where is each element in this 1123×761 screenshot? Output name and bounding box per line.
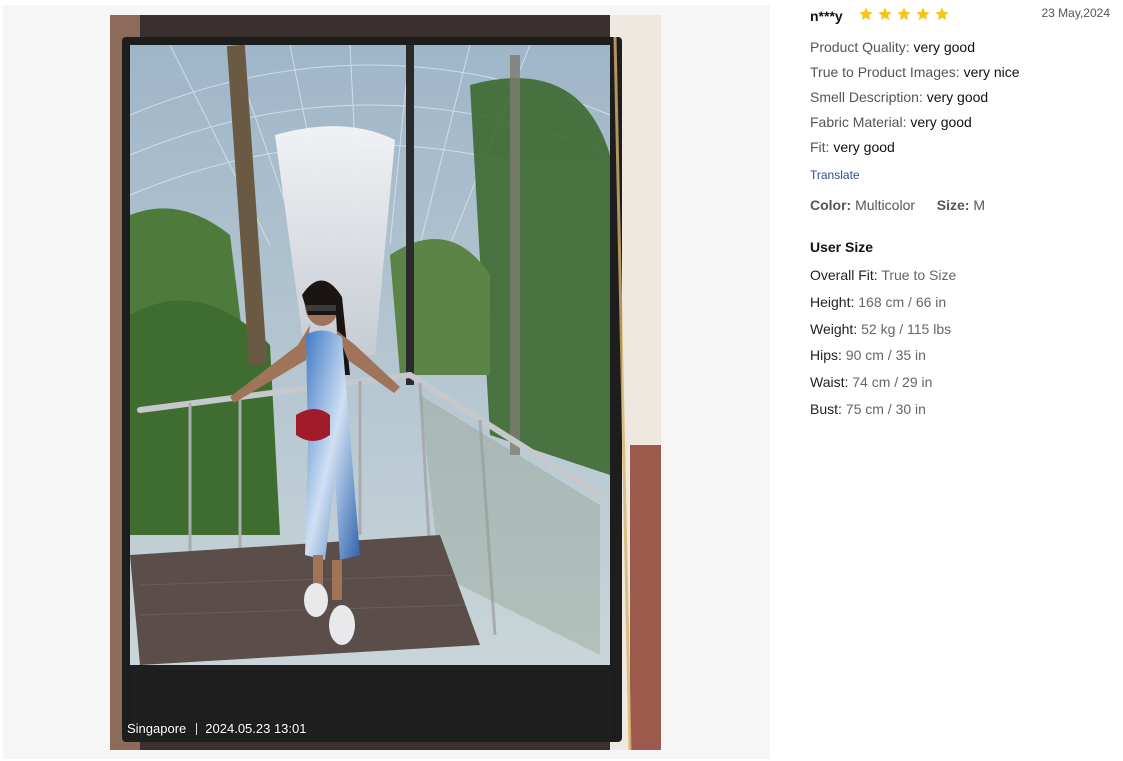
attribute-key: Smell Description: — [810, 89, 923, 105]
attribute-row: Fit: very good — [810, 135, 1020, 160]
user-size-row: Height: 168 cm / 66 in — [810, 289, 956, 316]
attribute-key: Fabric Material: — [810, 114, 907, 130]
user-size-key: Weight: — [810, 320, 858, 337]
star-rating — [858, 6, 953, 22]
user-size-value: 52 kg / 115 lbs — [861, 320, 952, 337]
translate-link[interactable]: Translate — [810, 168, 860, 182]
review-date: 23 May,2024 — [1041, 6, 1111, 20]
user-size-key: Waist: — [810, 374, 849, 391]
photo-illustration — [110, 15, 661, 750]
review-header: n***y 23 May,2024 — [810, 6, 1110, 26]
user-size-title: User Size — [810, 239, 874, 255]
user-size-row: Overall Fit: True to Size — [810, 262, 956, 289]
user-size-row: Weight: 52 kg / 115 lbs — [810, 316, 956, 343]
user-size-value: 75 cm / 30 in — [845, 400, 926, 417]
caption-separator — [196, 722, 198, 735]
color-size-info: Color: Multicolor Size: M — [810, 197, 985, 213]
user-size-key: Height: — [810, 293, 855, 310]
user-size-value: 90 cm / 35 in — [845, 347, 926, 364]
size-value: M — [973, 197, 986, 213]
user-size-row: Hips: 90 cm / 35 in — [810, 342, 956, 369]
star-icon — [877, 6, 896, 22]
star-icon — [858, 6, 877, 22]
photo-location: Singapore — [127, 721, 187, 736]
color-label: Color: — [810, 197, 852, 213]
user-size-list: Overall Fit: True to Size Height: 168 cm… — [810, 262, 956, 423]
review-image-panel: Singapore 2024.05.23 13:01 — [3, 5, 770, 759]
photo-timestamp: 2024.05.23 13:01 — [205, 721, 307, 736]
user-size-key: Overall Fit: — [810, 267, 878, 283]
attribute-value: very good — [910, 114, 972, 130]
user-size-value: 168 cm / 66 in — [858, 293, 947, 310]
user-size-key: Hips: — [810, 347, 842, 364]
color-value: Multicolor — [855, 197, 916, 213]
user-size-value: 74 cm / 29 in — [852, 374, 933, 391]
user-size-row: Waist: 74 cm / 29 in — [810, 369, 956, 396]
attribute-value: very good — [913, 39, 975, 55]
attribute-value: very good — [926, 89, 989, 105]
review-attributes: Product Quality: very good True to Produ… — [810, 35, 1020, 160]
reviewer-username: n***y — [810, 8, 843, 24]
attribute-row: Fabric Material: very good — [810, 110, 1020, 135]
user-size-value: True to Size — [881, 267, 957, 283]
attribute-value: very good — [833, 139, 895, 155]
user-size-row: Bust: 75 cm / 30 in — [810, 396, 956, 423]
star-icon — [934, 6, 953, 22]
size-label: Size: — [936, 197, 970, 213]
review-photo[interactable]: Singapore 2024.05.23 13:01 — [110, 15, 661, 750]
attribute-key: True to Product Images: — [810, 64, 960, 80]
user-size-key: Bust: — [810, 400, 842, 417]
star-icon — [915, 6, 934, 22]
attribute-row: True to Product Images: very nice — [810, 60, 1020, 85]
photo-caption: Singapore 2024.05.23 13:01 — [127, 721, 307, 736]
star-icon — [896, 6, 915, 22]
attribute-key: Fit: — [810, 139, 830, 155]
attribute-value: very nice — [963, 64, 1020, 80]
attribute-row: Smell Description: very good — [810, 85, 1020, 110]
attribute-row: Product Quality: very good — [810, 35, 1020, 60]
attribute-key: Product Quality: — [810, 39, 910, 55]
